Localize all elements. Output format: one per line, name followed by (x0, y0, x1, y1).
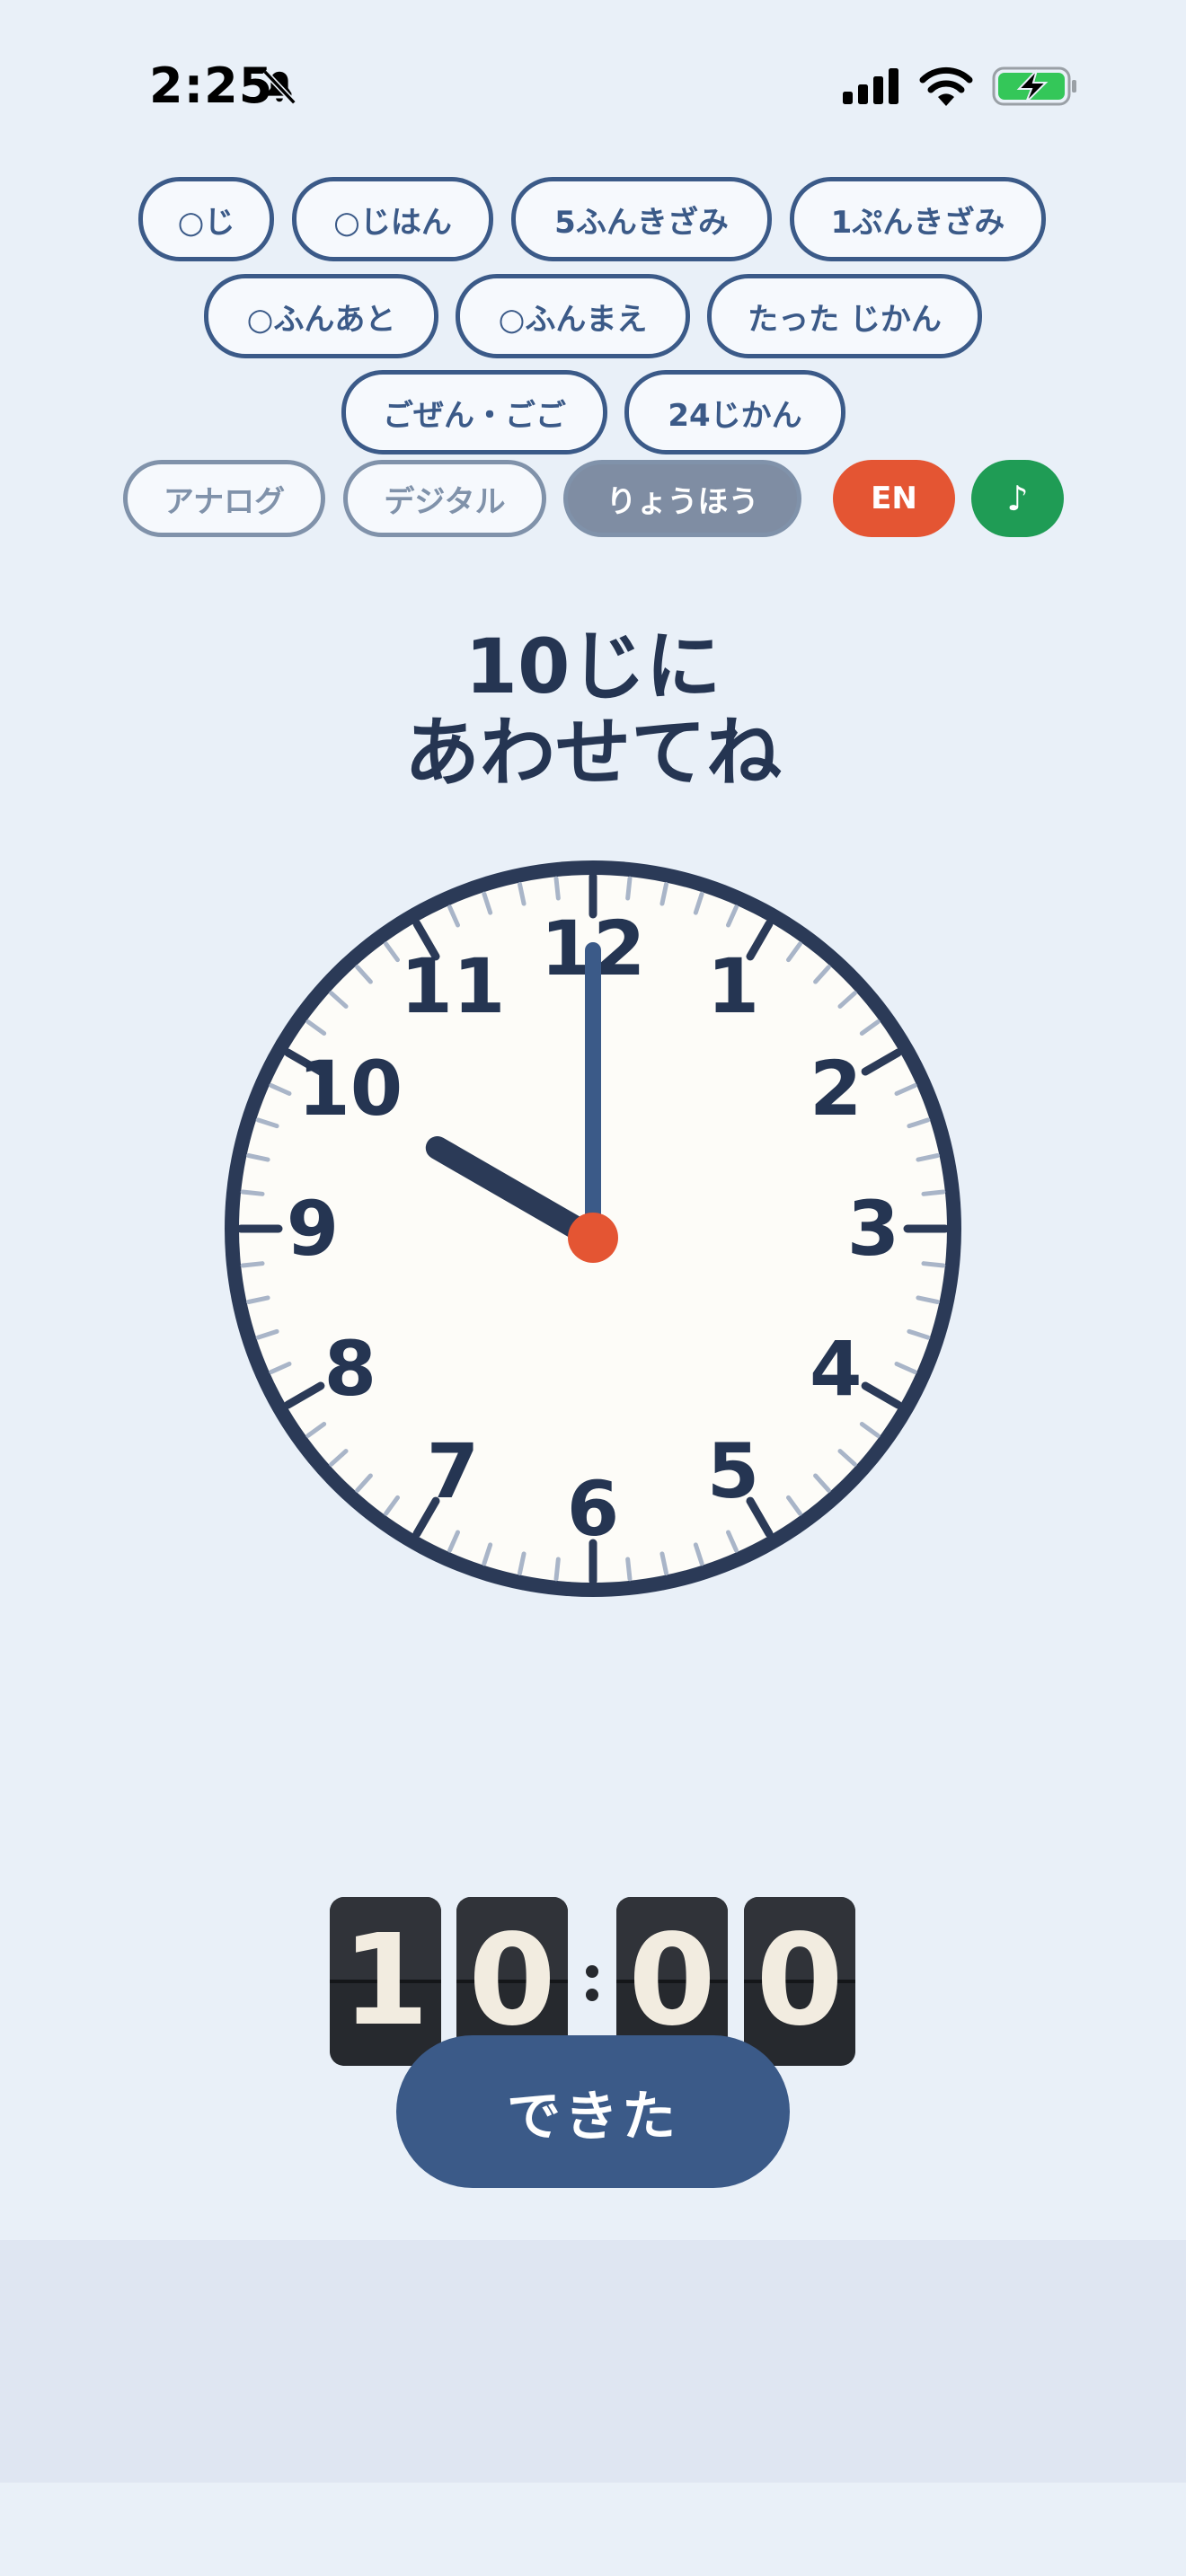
digit-text: 1 (341, 1908, 429, 2054)
clock-numeral-1: 1 (707, 942, 759, 1030)
language-toggle-button[interactable]: EN (833, 460, 955, 537)
minor-tick (625, 1557, 633, 1582)
view-button-analog[interactable]: アナログ (123, 460, 325, 537)
status-time: 2:25 (149, 57, 274, 114)
clock-numeral-6: 6 (567, 1465, 619, 1553)
mode-button-hour[interactable]: ○じ (138, 177, 274, 261)
view-button-digital[interactable]: デジタル (343, 460, 546, 537)
music-toggle-button[interactable]: ♪ (971, 460, 1064, 537)
battery-charging-icon (992, 66, 1076, 106)
mode-button-one-minute[interactable]: 1ぷんきざみ (790, 177, 1046, 261)
clock-numeral-5: 5 (707, 1427, 759, 1515)
bell-slash-icon (262, 69, 296, 105)
instruction-line-1: 10じに (465, 622, 721, 710)
clock-numeral-9: 9 (287, 1185, 339, 1273)
minor-tick (921, 1261, 946, 1268)
clock-numeral-8: 8 (324, 1325, 376, 1413)
cellular-signal-icon (843, 68, 898, 104)
clock-numeral-3: 3 (847, 1185, 899, 1273)
digit-text: 0 (468, 1908, 556, 2054)
clock-numeral-10: 10 (297, 1045, 403, 1133)
clock-numeral-4: 4 (810, 1325, 862, 1413)
mode-button-24-hour[interactable]: 24じかん (624, 370, 845, 454)
minor-tick (625, 876, 633, 901)
clock-numeral-11: 11 (401, 942, 506, 1030)
digit-text: 0 (628, 1908, 716, 2054)
instruction-line-2: あわせてね (403, 709, 782, 797)
bottom-panel (0, 2240, 1186, 2483)
clock-numeral-2: 2 (810, 1045, 862, 1133)
minor-tick (240, 1189, 265, 1196)
digital-minute-ones: 0 (744, 1897, 855, 2066)
analog-clock[interactable]: 121234567891011 (216, 851, 970, 1606)
minor-tick (240, 1261, 265, 1268)
minor-tick (553, 1557, 561, 1582)
digital-colon (582, 1963, 604, 2003)
clock-center-pin (568, 1213, 618, 1263)
mode-button-half-hour[interactable]: ○じはん (292, 177, 493, 261)
mode-button-elapsed-time[interactable]: たった じかん (707, 274, 982, 358)
digital-minute-tens: 0 (616, 1897, 728, 2066)
mode-button-am-pm[interactable]: ごぜん・ごご (341, 370, 607, 454)
minor-tick (553, 876, 561, 901)
digital-hour-ones: 0 (456, 1897, 568, 2066)
digital-hour-tens: 1 (330, 1897, 441, 2066)
instruction-text: 10じに あわせてね (0, 623, 1186, 796)
mode-button-minutes-before[interactable]: ○ふんまえ (456, 274, 690, 358)
wifi-icon (919, 66, 973, 106)
view-button-both[interactable]: りょうほう (563, 460, 801, 537)
mode-button-minutes-after[interactable]: ○ふんあと (204, 274, 438, 358)
mode-button-five-minutes[interactable]: 5ふんきざみ (511, 177, 772, 261)
done-button[interactable]: できた (396, 2035, 790, 2188)
clock-numeral-7: 7 (427, 1427, 479, 1515)
digit-text: 0 (756, 1908, 844, 2054)
minor-tick (921, 1189, 946, 1196)
